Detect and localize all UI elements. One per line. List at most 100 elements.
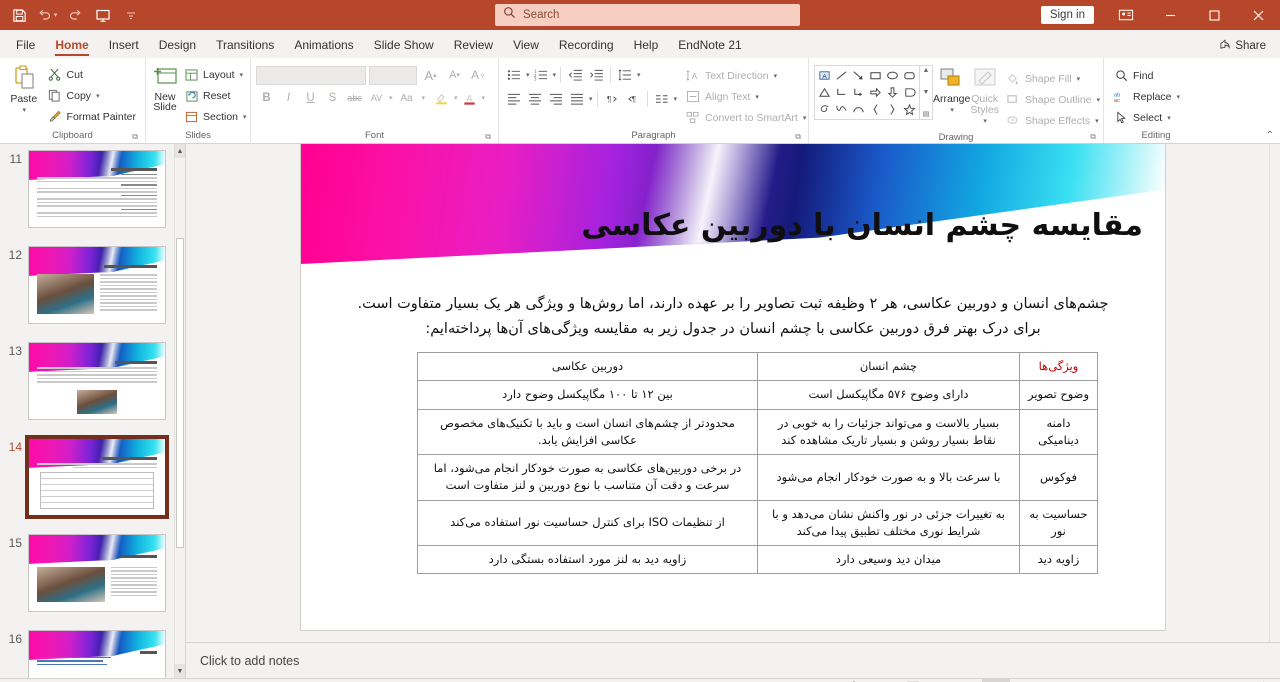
tab-home[interactable]: Home [45,34,98,58]
text-direction-chevron-icon[interactable]: ▾ [774,72,778,80]
tab-transitions[interactable]: Transitions [206,34,284,58]
maximize-button[interactable] [1192,0,1236,30]
bullets-chevron-icon[interactable]: ▾ [526,71,530,79]
paragraph-dialog-launcher[interactable]: ⧉ [795,130,801,143]
replace-chevron-icon[interactable]: ▾ [1177,93,1181,101]
drawing-dialog-launcher[interactable]: ⧉ [1090,130,1096,143]
scrollbar-thumb[interactable] [176,238,184,548]
find-button[interactable]: Find [1109,65,1184,86]
justify-button[interactable] [567,89,587,109]
tab-endnote[interactable]: EndNote 21 [668,34,751,58]
thumbnail-item[interactable]: 12 [0,246,185,342]
line-spacing-chevron-icon[interactable]: ▾ [637,71,641,79]
align-text-chevron-icon[interactable]: ▾ [755,93,759,101]
layout-button[interactable]: Layout ▾ [179,64,251,85]
text-shadow-button[interactable]: S [322,88,343,108]
shapes-scroll-up-icon[interactable]: ▲ [923,67,930,74]
line-shape-icon[interactable] [833,67,850,84]
tab-insert[interactable]: Insert [99,34,149,58]
align-right-button[interactable] [546,89,566,109]
shrink-font-button[interactable]: A ▾ [444,65,465,85]
rectangle-shape-icon[interactable] [867,67,884,84]
slide-thumbnail-pane[interactable]: 11 12 13 14 15 16 ▲ ▼ [0,144,186,678]
redo-icon[interactable] [62,3,88,27]
ltr-text-direction-button[interactable]: ¶ [602,89,622,109]
shape-effects-chevron-icon[interactable]: ▾ [1095,117,1099,125]
slide-thumbnail-16[interactable] [28,630,166,678]
character-spacing-button[interactable]: AV [366,88,387,108]
quick-styles-button[interactable]: Quick Styles ▾ [970,65,999,125]
flowchart-shape-icon[interactable] [901,84,918,101]
line-spacing-button[interactable] [615,65,635,85]
paste-button[interactable]: Paste ▾ [5,61,43,114]
slide-thumbnail-14[interactable] [25,435,169,519]
slide-title[interactable]: مقایسه چشم انسان با دوربین عکاسی [501,206,1143,245]
star-shape-icon[interactable] [901,101,918,118]
undo-icon[interactable]: ▾ [34,3,60,27]
tab-recording[interactable]: Recording [549,34,624,58]
shape-outline-button[interactable]: Shape Outline ▾ [1001,89,1104,110]
text-direction-button[interactable]: A Text Direction ▾ [681,65,810,86]
search-box[interactable] [495,4,800,26]
decrease-indent-button[interactable] [565,65,585,85]
right-brace-shape-icon[interactable] [884,101,901,118]
shape-effects-button[interactable]: Shape Effects ▾ [1001,110,1104,131]
italic-button[interactable]: I [278,88,299,108]
arrange-chevron-icon[interactable]: ▾ [950,106,954,114]
layout-chevron-icon[interactable]: ▾ [240,71,244,79]
align-center-button[interactable] [525,89,545,109]
tab-slide-show[interactable]: Slide Show [364,34,444,58]
underline-button[interactable]: U [300,88,321,108]
bold-button[interactable]: B [256,88,277,108]
arc-shape-icon[interactable] [850,101,867,118]
share-button[interactable]: Share [1213,36,1272,55]
tab-file[interactable]: File [6,34,45,58]
new-slide-button[interactable]: New Slide [151,61,179,112]
section-button[interactable]: Section ▾ [179,106,251,127]
save-icon[interactable] [6,3,32,27]
replace-button[interactable]: ab ac Replace ▾ [1109,86,1184,107]
canvas-scrollbar[interactable] [1269,144,1280,642]
close-button[interactable] [1236,0,1280,30]
arrange-button[interactable]: Arrange ▾ [933,65,970,114]
right-arrow-shape-icon[interactable] [867,84,884,101]
copy-chevron-icon[interactable]: ▾ [96,92,100,100]
scribble-shape-icon[interactable] [816,101,833,118]
shape-fill-chevron-icon[interactable]: ▾ [1077,75,1081,83]
notes-pane[interactable]: Click to add notes [186,642,1280,678]
account-icon[interactable] [1104,0,1148,30]
down-arrow-shape-icon[interactable] [884,84,901,101]
quick-styles-chevron-icon[interactable]: ▾ [983,117,987,125]
font-color-button[interactable]: A [459,88,480,108]
thumbnail-item[interactable]: 16 [0,630,185,678]
scroll-down-icon[interactable]: ▼ [175,664,185,678]
align-chevron-icon[interactable]: ▾ [589,95,593,103]
bullets-button[interactable] [504,65,524,85]
tab-design[interactable]: Design [149,34,206,58]
character-spacing-chevron-icon[interactable]: ▾ [389,94,393,102]
convert-to-smartart-button[interactable]: Convert to SmartArt ▾ [681,107,810,128]
curve-shape-icon[interactable] [833,101,850,118]
align-left-button[interactable] [504,89,524,109]
slide-thumbnail-12[interactable] [28,246,166,324]
text-highlight-color-button[interactable] [431,88,452,108]
elbow-arrow-connector-icon[interactable] [850,84,867,101]
clear-formatting-button[interactable]: A ✧ [468,65,489,85]
triangle-shape-icon[interactable] [816,84,833,101]
shapes-scroll-down-icon[interactable]: ▼ [923,89,930,96]
shapes-gallery-scrollbar[interactable]: ▲ ▼ ▤ [920,65,933,120]
start-presentation-icon[interactable] [90,3,116,27]
smartart-chevron-icon[interactable]: ▾ [803,114,807,122]
font-name-box[interactable] [256,65,366,85]
thumbnail-item[interactable]: 11 [0,150,185,246]
thumbnail-item[interactable]: 15 [0,534,185,630]
textbox-shape-icon[interactable]: A [816,67,833,84]
paste-chevron-icon[interactable]: ▾ [23,106,27,114]
arrow-shape-icon[interactable] [850,67,867,84]
minimize-button[interactable] [1148,0,1192,30]
sign-in-button[interactable]: Sign in [1040,6,1094,24]
rounded-rectangle-shape-icon[interactable] [901,67,918,84]
select-button[interactable]: Select ▾ [1109,107,1184,128]
strikethrough-button[interactable]: abc [344,88,365,108]
collapse-ribbon-icon[interactable]: ⌃ [1266,130,1274,141]
